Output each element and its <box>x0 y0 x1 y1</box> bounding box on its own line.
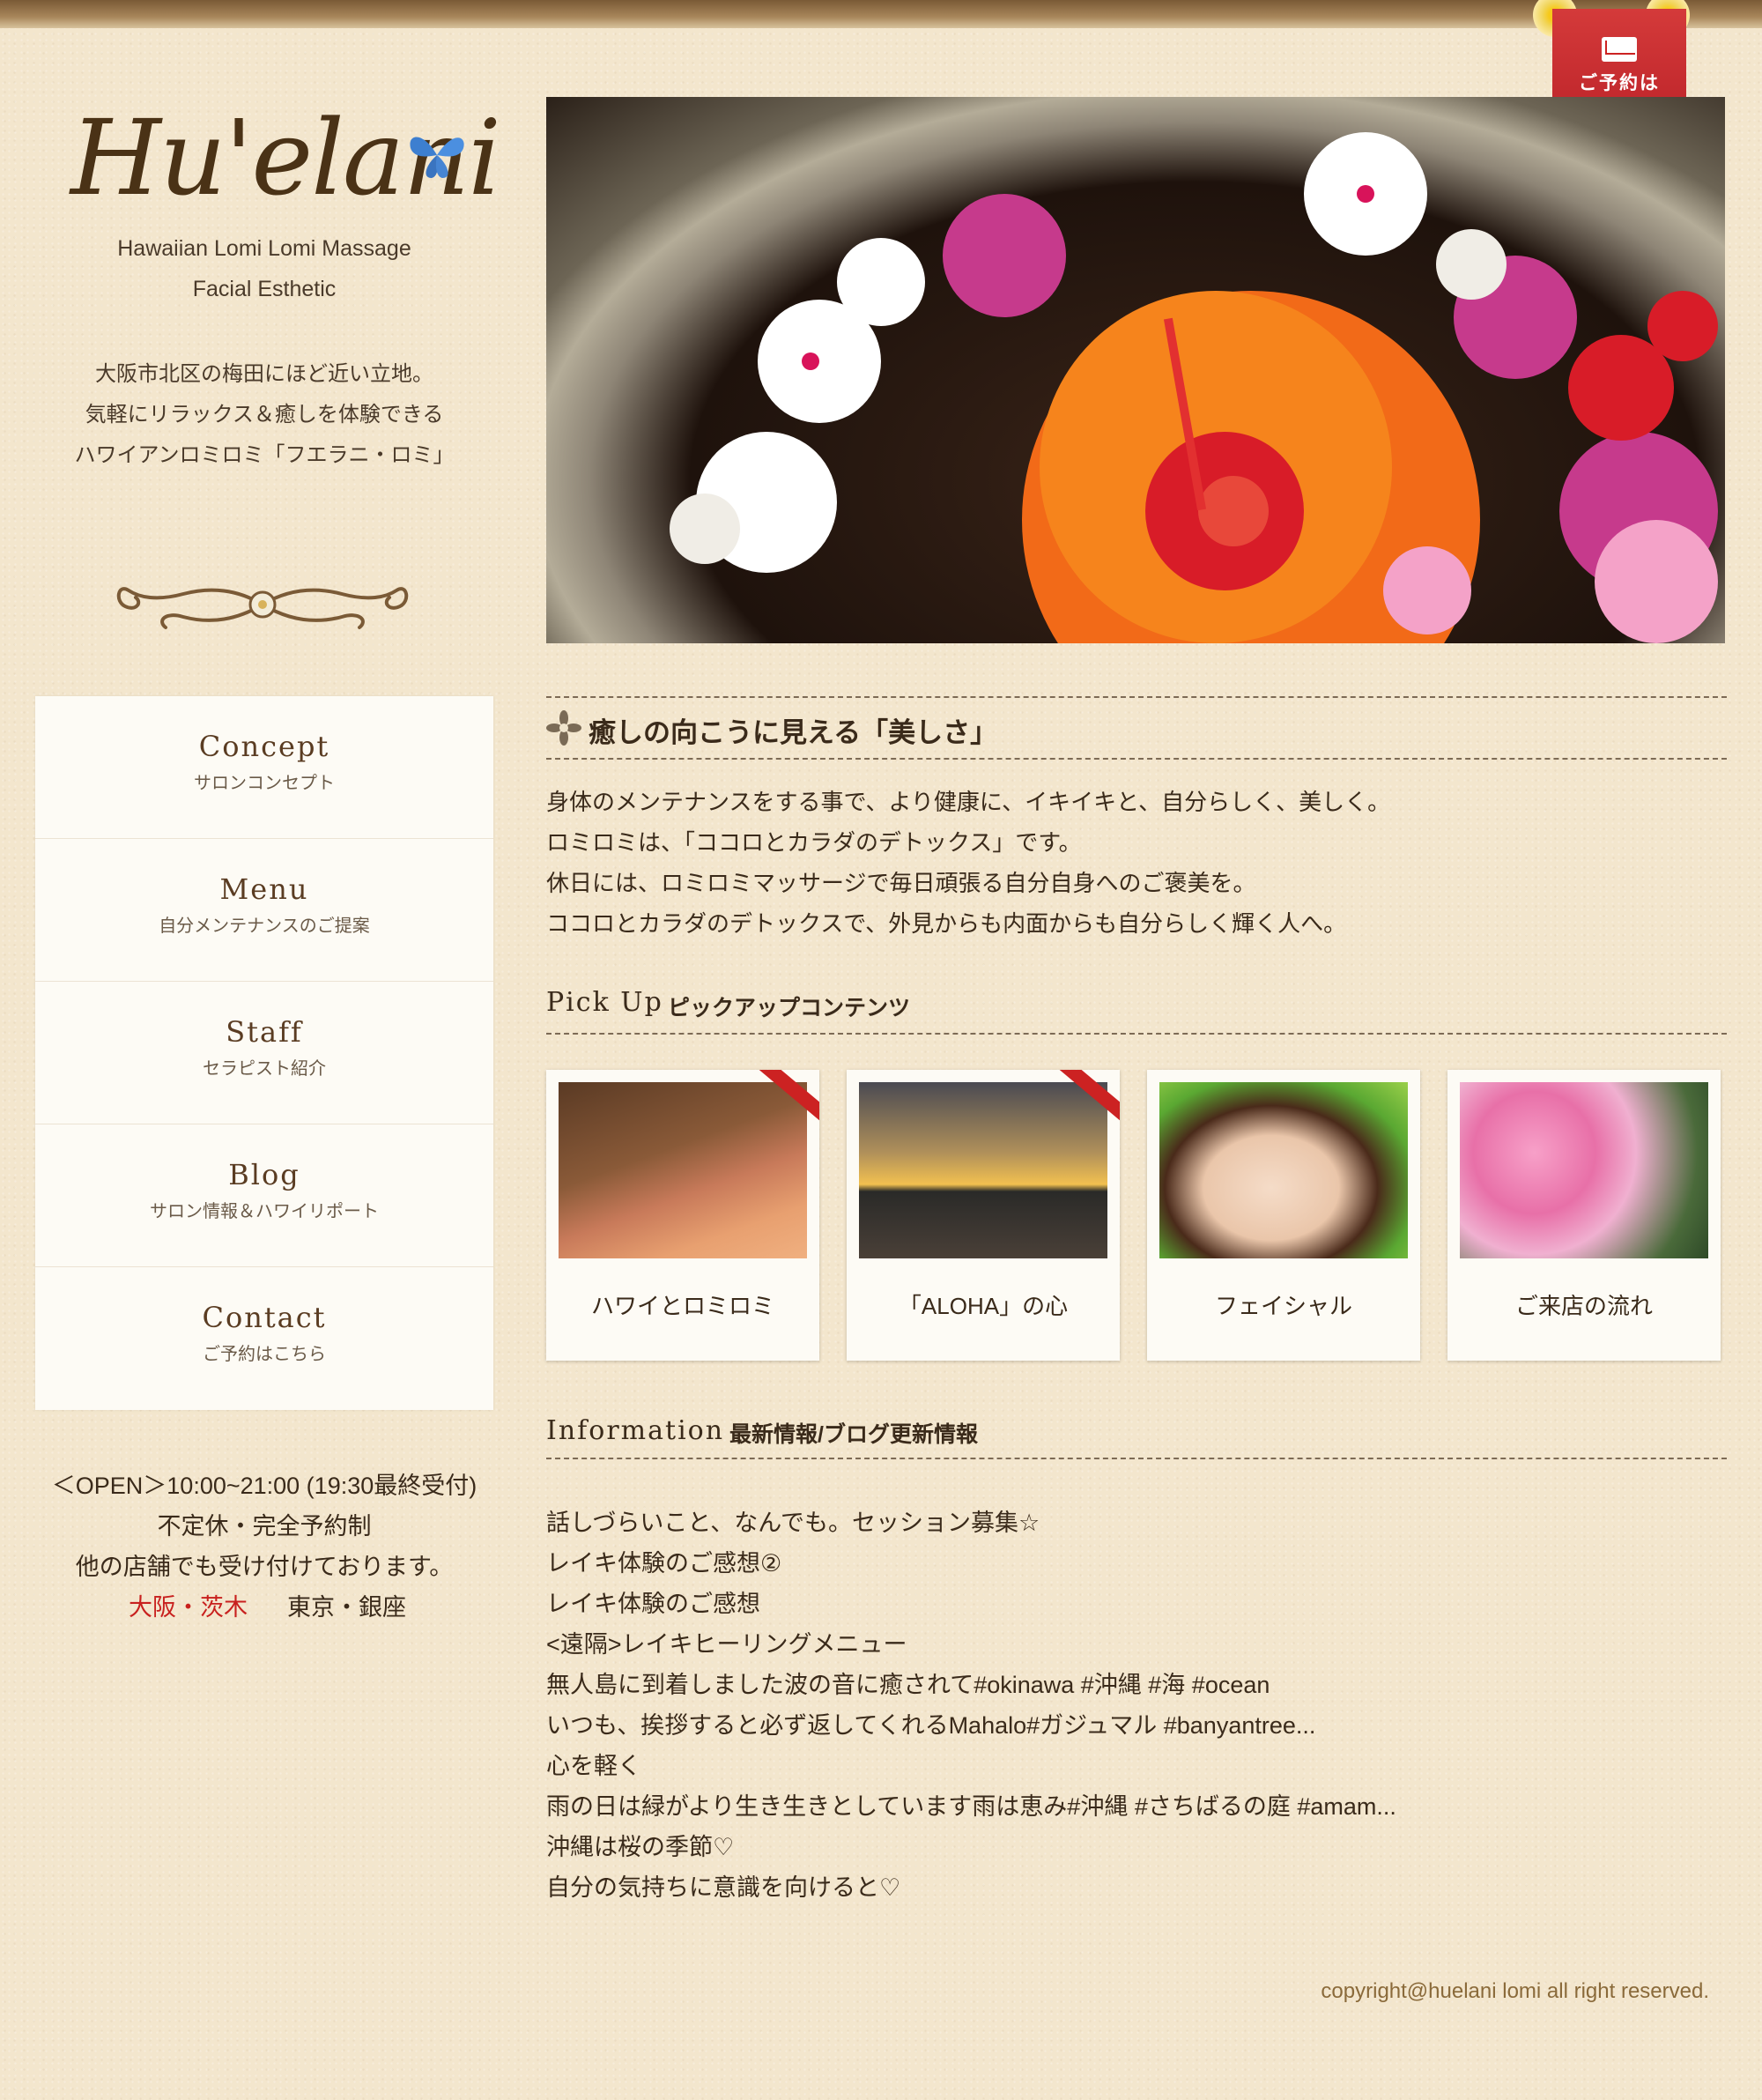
other-stores-note: 他の店舗でも受け付けております。 <box>75 1554 454 1580</box>
nav-item-contact[interactable]: Contact ご予約はこちら <box>35 1267 493 1410</box>
facial-photo <box>1159 1082 1408 1258</box>
location-link-tokyo[interactable]: 東京・銀座 <box>287 1588 406 1622</box>
nav-label-en: Concept <box>198 730 330 763</box>
concept-text-line: ロミロミは、「ココロとカラダのデトックス」です。 <box>546 829 1082 856</box>
card-caption: フェイシャル <box>1214 1293 1352 1319</box>
concept-text-line: 身体のメンテナンスをする事で、より健康に、イキイキと、自分らしく、美しく。 <box>546 789 1391 815</box>
concept-text-line: ココロとカラダのデトックスで、外見からも内面からも自分らしく輝く人へ。 <box>546 910 1347 937</box>
concept-heading: 癒しの向こうに見える「美しさ」 <box>589 717 998 748</box>
hero-flower-image <box>546 97 1725 643</box>
nav-label-en: Menu <box>219 872 309 906</box>
butterfly-icon <box>410 137 464 178</box>
pickup-heading-en: Pick Up <box>546 987 663 1018</box>
info-link[interactable]: いつも、挨拶すると必ず返してくれるMahalo#ガジュマル #banyantre… <box>546 1706 1315 1740</box>
nav-item-concept[interactable]: Concept サロンコンセプト <box>35 696 493 839</box>
section-divider <box>546 758 1727 760</box>
info-link[interactable]: 雨の日は緑がより生き生きとしています雨は恵み#沖縄 #さちばるの庭 #amam.… <box>546 1787 1396 1822</box>
nav-item-menu[interactable]: Menu 自分メンテナンスのご提案 <box>35 839 493 982</box>
hero-flowers-illustration <box>670 132 1718 643</box>
tagline-line: Facial Esthetic <box>192 277 337 301</box>
top-bar <box>0 0 1762 28</box>
nav-label-ja: ご予約はこちら <box>203 1345 326 1364</box>
info-link[interactable]: レイキ体験のご感想② <box>546 1544 781 1578</box>
nav-label-ja: サロンコンセプト <box>194 774 335 793</box>
sidebar-nav: Concept サロンコンセプト Menu 自分メンテナンスのご提案 Staff… <box>35 696 493 1410</box>
nav-label-ja: サロン情報＆ハワイリポート <box>150 1202 379 1221</box>
info-link[interactable]: 沖縄は桜の季節♡ <box>546 1828 734 1862</box>
info-link[interactable]: 無人島に到着しました波の音に癒されて#okinawa #沖縄 #海 #ocean <box>546 1666 1270 1700</box>
info-link[interactable]: <遠隔>レイキヒーリングメニュー <box>546 1625 907 1659</box>
nav-label-en: Staff <box>226 1015 303 1049</box>
pickup-card-hawaii-lomilomi[interactable]: ハワイとロミロミ <box>546 1070 819 1361</box>
card-caption: ハワイとロミロミ <box>590 1293 774 1319</box>
section-divider <box>546 1458 1727 1459</box>
section-divider <box>546 1033 1727 1035</box>
pickup-card-aloha[interactable]: 「ALOHA」の心 <box>847 1070 1120 1361</box>
opening-hours: ＜OPEN＞10:00~21:00 (19:30最終受付) <box>51 1473 478 1499</box>
holiday-info: 不定休・完全予約制 <box>157 1513 372 1540</box>
flower-bullet-icon <box>546 710 581 746</box>
nav-label-en: Contact <box>202 1301 327 1334</box>
intro-line: ハワイアンロミロミ「フエラニ・ロミ」 <box>74 443 455 467</box>
plumeria-photo <box>1460 1082 1708 1258</box>
section-divider <box>546 696 1727 698</box>
envelope-icon <box>1602 37 1637 62</box>
nav-label-ja: 自分メンテナンスのご提案 <box>159 916 370 936</box>
nav-item-staff[interactable]: Staff セラピスト紹介 <box>35 982 493 1124</box>
site-logo[interactable]: Hu'elani <box>70 88 501 229</box>
info-link[interactable]: 心を軽く <box>546 1747 641 1781</box>
massage-photo <box>559 1082 807 1258</box>
decorative-ornament <box>116 587 409 629</box>
nav-label-ja: セラピスト紹介 <box>203 1059 326 1079</box>
info-link[interactable]: レイキ体験のご感想 <box>546 1584 760 1619</box>
card-caption: ご来店の流れ <box>1514 1293 1653 1319</box>
location-link-osaka[interactable]: 大阪・茨木 <box>129 1588 248 1622</box>
pickup-card-facial[interactable]: フェイシャル <box>1147 1070 1420 1361</box>
concept-text-line: 休日には、ロミロミマッサージで毎日頑張る自分自身へのご褒美を。 <box>546 870 1256 896</box>
intro-line: 大阪市北区の梅田にほど近い立地。 <box>95 362 433 386</box>
intro-line: 気軽にリラックス＆癒しを体験できる <box>85 403 444 427</box>
pickup-heading-ja: ピックアップコンテンツ <box>668 996 911 1020</box>
info-heading-en: Information <box>546 1415 725 1446</box>
info-link[interactable]: 自分の気持ちに意識を向けると♡ <box>546 1868 900 1903</box>
sunset-photo <box>859 1082 1107 1258</box>
tagline-line: Hawaiian Lomi Lomi Massage <box>117 236 411 261</box>
card-caption: 「ALOHA」の心 <box>898 1293 1069 1319</box>
info-heading-ja: 最新情報/ブログ更新情報 <box>729 1422 978 1447</box>
nav-item-blog[interactable]: Blog サロン情報＆ハワイリポート <box>35 1124 493 1267</box>
copyright: copyright@huelani lomi all right reserve… <box>1321 1979 1709 2003</box>
pickup-card-visit-flow[interactable]: ご来店の流れ <box>1447 1070 1721 1361</box>
nav-label-en: Blog <box>228 1158 300 1191</box>
info-link[interactable]: 話しづらいこと、なんでも。セッション募集☆ <box>546 1503 1040 1538</box>
